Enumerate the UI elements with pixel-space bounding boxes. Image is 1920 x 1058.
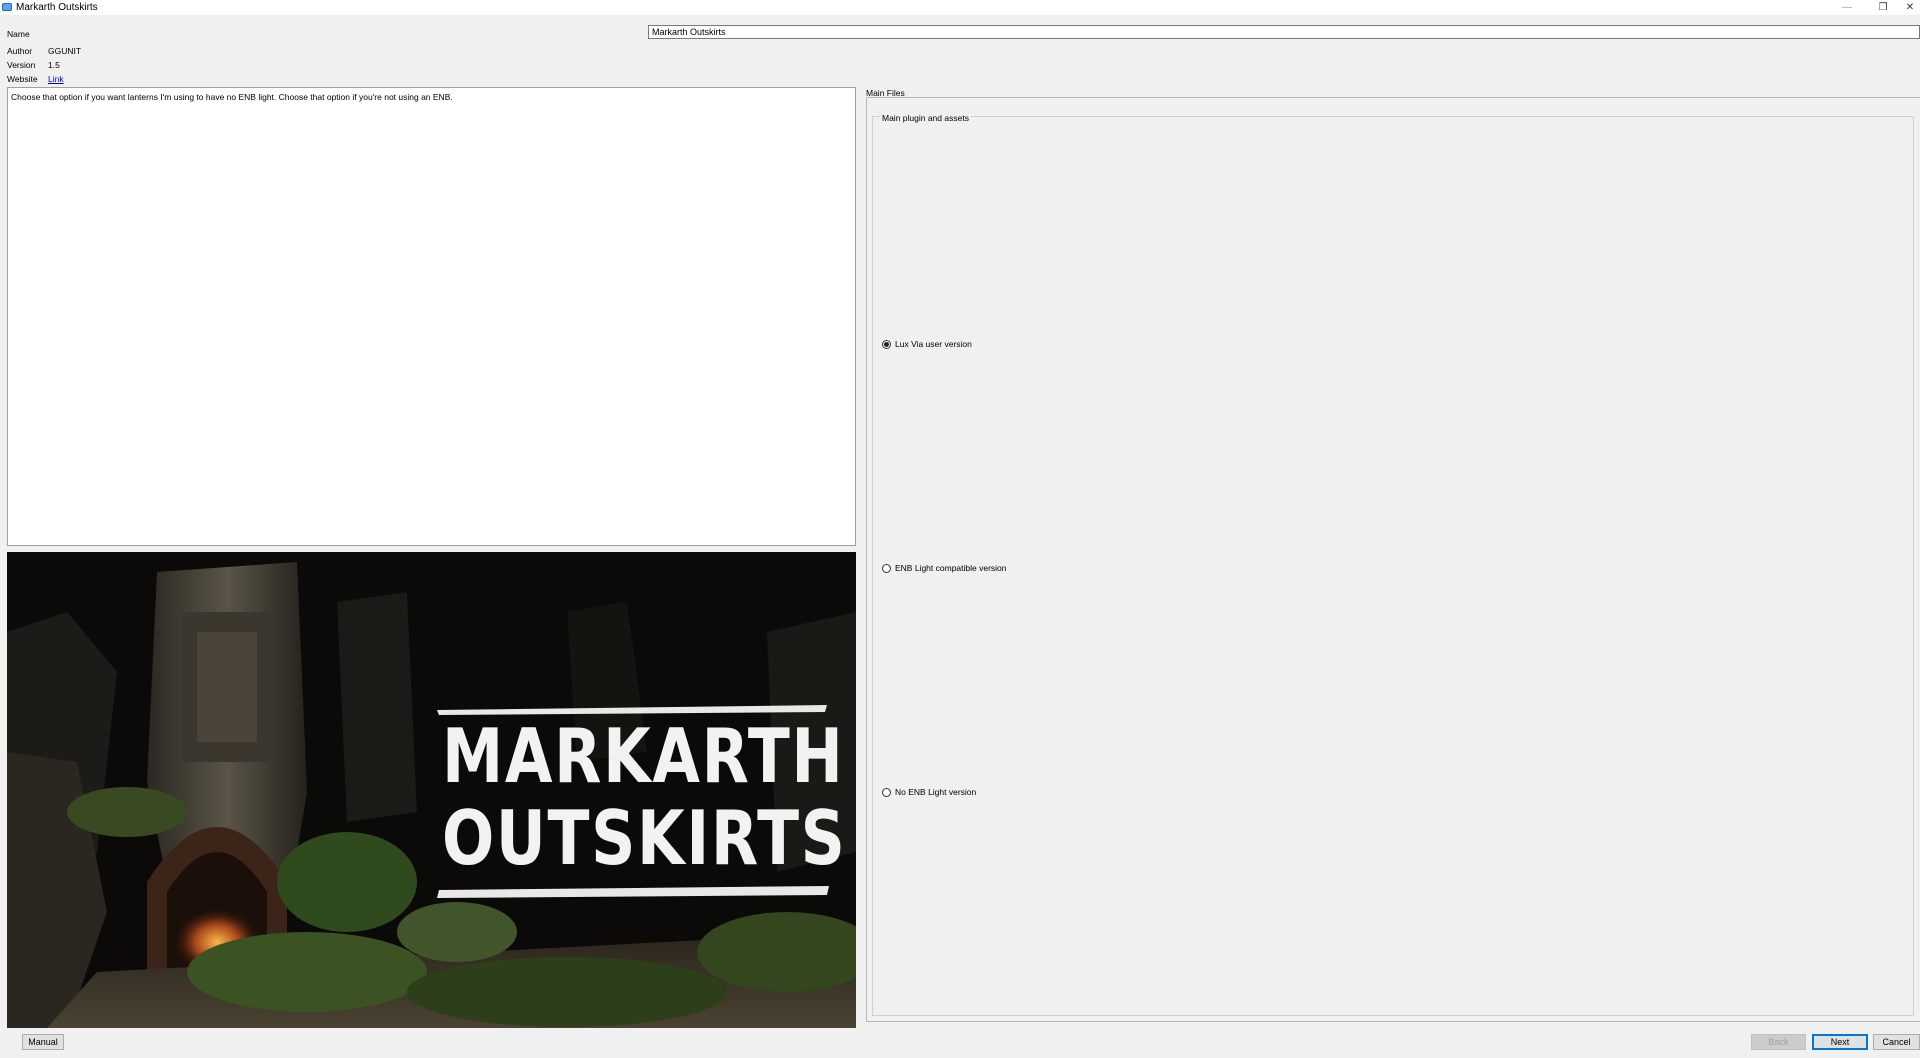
- option-group-title: Main plugin and assets: [880, 113, 971, 123]
- radio-selected-dot: [884, 341, 889, 347]
- version-label: Version: [7, 60, 36, 70]
- back-button[interactable]: Back: [1751, 1034, 1806, 1050]
- author-value: GGUNIT: [48, 46, 82, 56]
- window-title: Markarth Outskirts: [16, 2, 98, 13]
- close-icon: ✕: [1905, 2, 1915, 13]
- option-label: No ENB Light version: [895, 787, 977, 797]
- restore-icon: ❐: [1878, 2, 1888, 13]
- version-value: 1.5: [48, 60, 60, 70]
- radio-button[interactable]: [882, 787, 891, 797]
- next-button[interactable]: Next: [1812, 1034, 1868, 1050]
- preview-image: MARKARTH OUTSKIRTS: [7, 552, 856, 1028]
- option-label: Lux Via user version: [895, 339, 972, 349]
- option-label: ENB Light compatible version: [895, 563, 1007, 573]
- option-no-enb-light[interactable]: No ENB Light version: [882, 787, 976, 797]
- close-button[interactable]: ✕: [1900, 0, 1920, 15]
- radio-button[interactable]: [882, 563, 891, 573]
- preview-title-line-1: MARKARTH: [442, 712, 845, 800]
- cancel-button[interactable]: Cancel: [1873, 1034, 1920, 1050]
- option-enb-light-compatible[interactable]: ENB Light compatible version: [882, 563, 1007, 573]
- minimize-icon: —: [1842, 2, 1852, 13]
- app-icon: [2, 3, 12, 11]
- minimize-button[interactable]: —: [1832, 0, 1862, 15]
- radio-button[interactable]: [882, 339, 891, 349]
- restore-button[interactable]: ❐: [1868, 0, 1898, 15]
- name-field[interactable]: [648, 25, 1920, 39]
- description-box[interactable]: Choose that option if you want lanterns …: [7, 87, 856, 546]
- website-link[interactable]: Link: [48, 74, 64, 84]
- preview-title-line-2: OUTSKIRTS: [442, 794, 847, 882]
- name-label: Name: [7, 29, 30, 39]
- author-label: Author: [7, 46, 33, 56]
- option-lux-via[interactable]: Lux Via user version: [882, 339, 972, 349]
- title-bar: [0, 0, 1920, 15]
- manual-button[interactable]: Manual: [22, 1034, 64, 1050]
- option-group-frame: [872, 116, 1914, 1016]
- website-label: Website: [7, 74, 38, 84]
